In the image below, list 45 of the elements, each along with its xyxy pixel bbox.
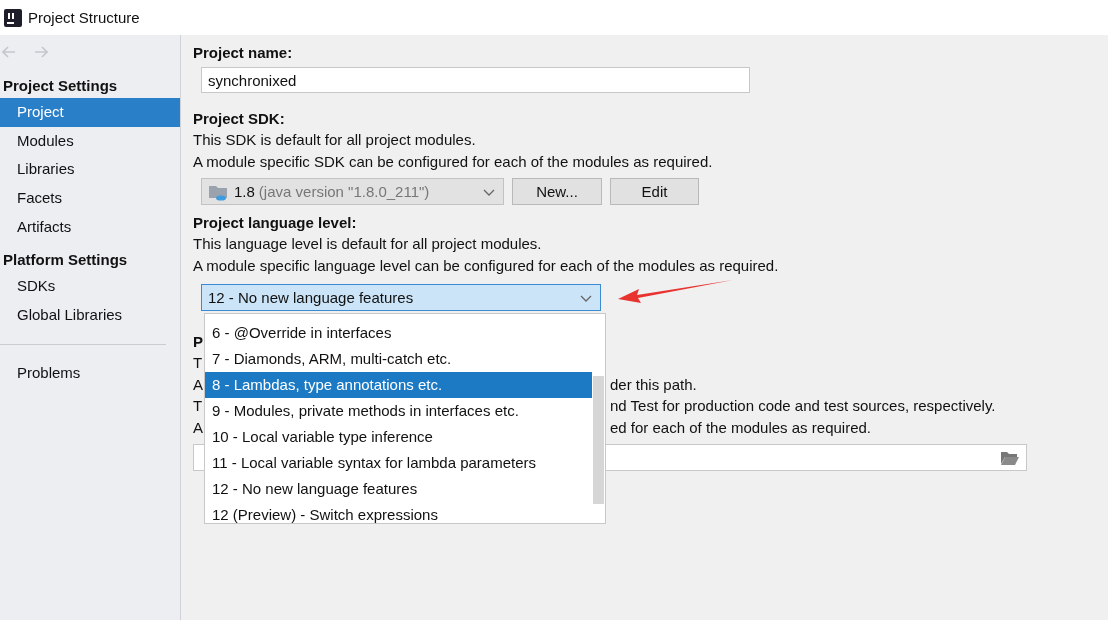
- language-level-dropdown[interactable]: 12 - No new language features: [201, 284, 601, 311]
- field-label: Project SDK:: [193, 109, 286, 129]
- dropdown-option[interactable]: 8 - Lambdas, type annotations etc.: [205, 372, 592, 398]
- sidebar-item[interactable]: Project: [0, 98, 180, 127]
- field-label: P: [193, 332, 203, 352]
- description-text: A module specific language level can be configured for each of the modules as required.: [193, 255, 779, 276]
- description-text: ed for each of the modules as required.: [610, 417, 871, 438]
- dropdown-option[interactable]: 9 - Modules, private methods in interfaces etc.: [205, 398, 592, 424]
- sdk-button[interactable]: New...: [512, 178, 602, 205]
- forward-arrow-icon[interactable]: [34, 46, 48, 58]
- sidebar-item[interactable]: Facets: [0, 184, 180, 213]
- app-icon: [4, 8, 22, 27]
- sidebar-item[interactable]: Global Libraries: [0, 301, 180, 330]
- description-text: This SDK is default for all project modules.: [193, 130, 476, 150]
- sidebar-item[interactable]: Modules: [0, 126, 180, 156]
- dropdown-option[interactable]: 7 - Diamonds, ARM, multi-catch etc.: [205, 346, 592, 372]
- section-header: Platform Settings: [2, 250, 129, 271]
- description-text: nd Test for production code and test sources, respectively.: [610, 396, 996, 416]
- dropdown-option[interactable]: 12 - No new language features: [205, 476, 592, 502]
- description-text: T: [193, 354, 203, 371]
- sdk-button[interactable]: Edit: [610, 178, 699, 205]
- description-text: der this path.: [610, 374, 697, 395]
- description-text: A: [193, 375, 203, 393]
- description-text: T: [193, 397, 203, 414]
- dropdown-option[interactable]: 11 - Local variable syntax for lambda parameters: [205, 450, 592, 476]
- folder-icon[interactable]: [1000, 449, 1020, 466]
- dropdown-option[interactable]: 12 (Preview) - Switch expressions: [205, 502, 592, 523]
- field-label: Project language level:: [193, 213, 358, 233]
- sidebar-item[interactable]: Problems: [0, 358, 180, 388]
- sdk-dropdown[interactable]: 1.8 (java version "1.8.0_211"): [201, 178, 504, 205]
- dropdown-option[interactable]: 10 - Local variable type inference: [205, 424, 592, 450]
- dropdown-option[interactable]: 6 - @Override in interfaces: [205, 320, 592, 346]
- description-text: A module specific SDK can be configured for each of the modules as required.: [193, 151, 713, 172]
- chevron-down-icon: [580, 295, 592, 303]
- project-name-field[interactable]: synchronixed: [201, 67, 750, 93]
- field-label: Project name:: [193, 43, 294, 63]
- window-title: Project Structure: [28, 9, 140, 26]
- section-header: Project Settings: [2, 76, 119, 96]
- sidebar-item[interactable]: Artifacts: [0, 212, 180, 242]
- sidebar-item[interactable]: Libraries: [0, 155, 180, 185]
- sidebar-item[interactable]: SDKs: [0, 272, 180, 302]
- chevron-down-icon: [483, 189, 495, 197]
- description-text: A: [193, 418, 203, 436]
- back-arrow-icon[interactable]: [2, 46, 16, 58]
- description-text: This language level is default for all project modules.: [193, 234, 542, 254]
